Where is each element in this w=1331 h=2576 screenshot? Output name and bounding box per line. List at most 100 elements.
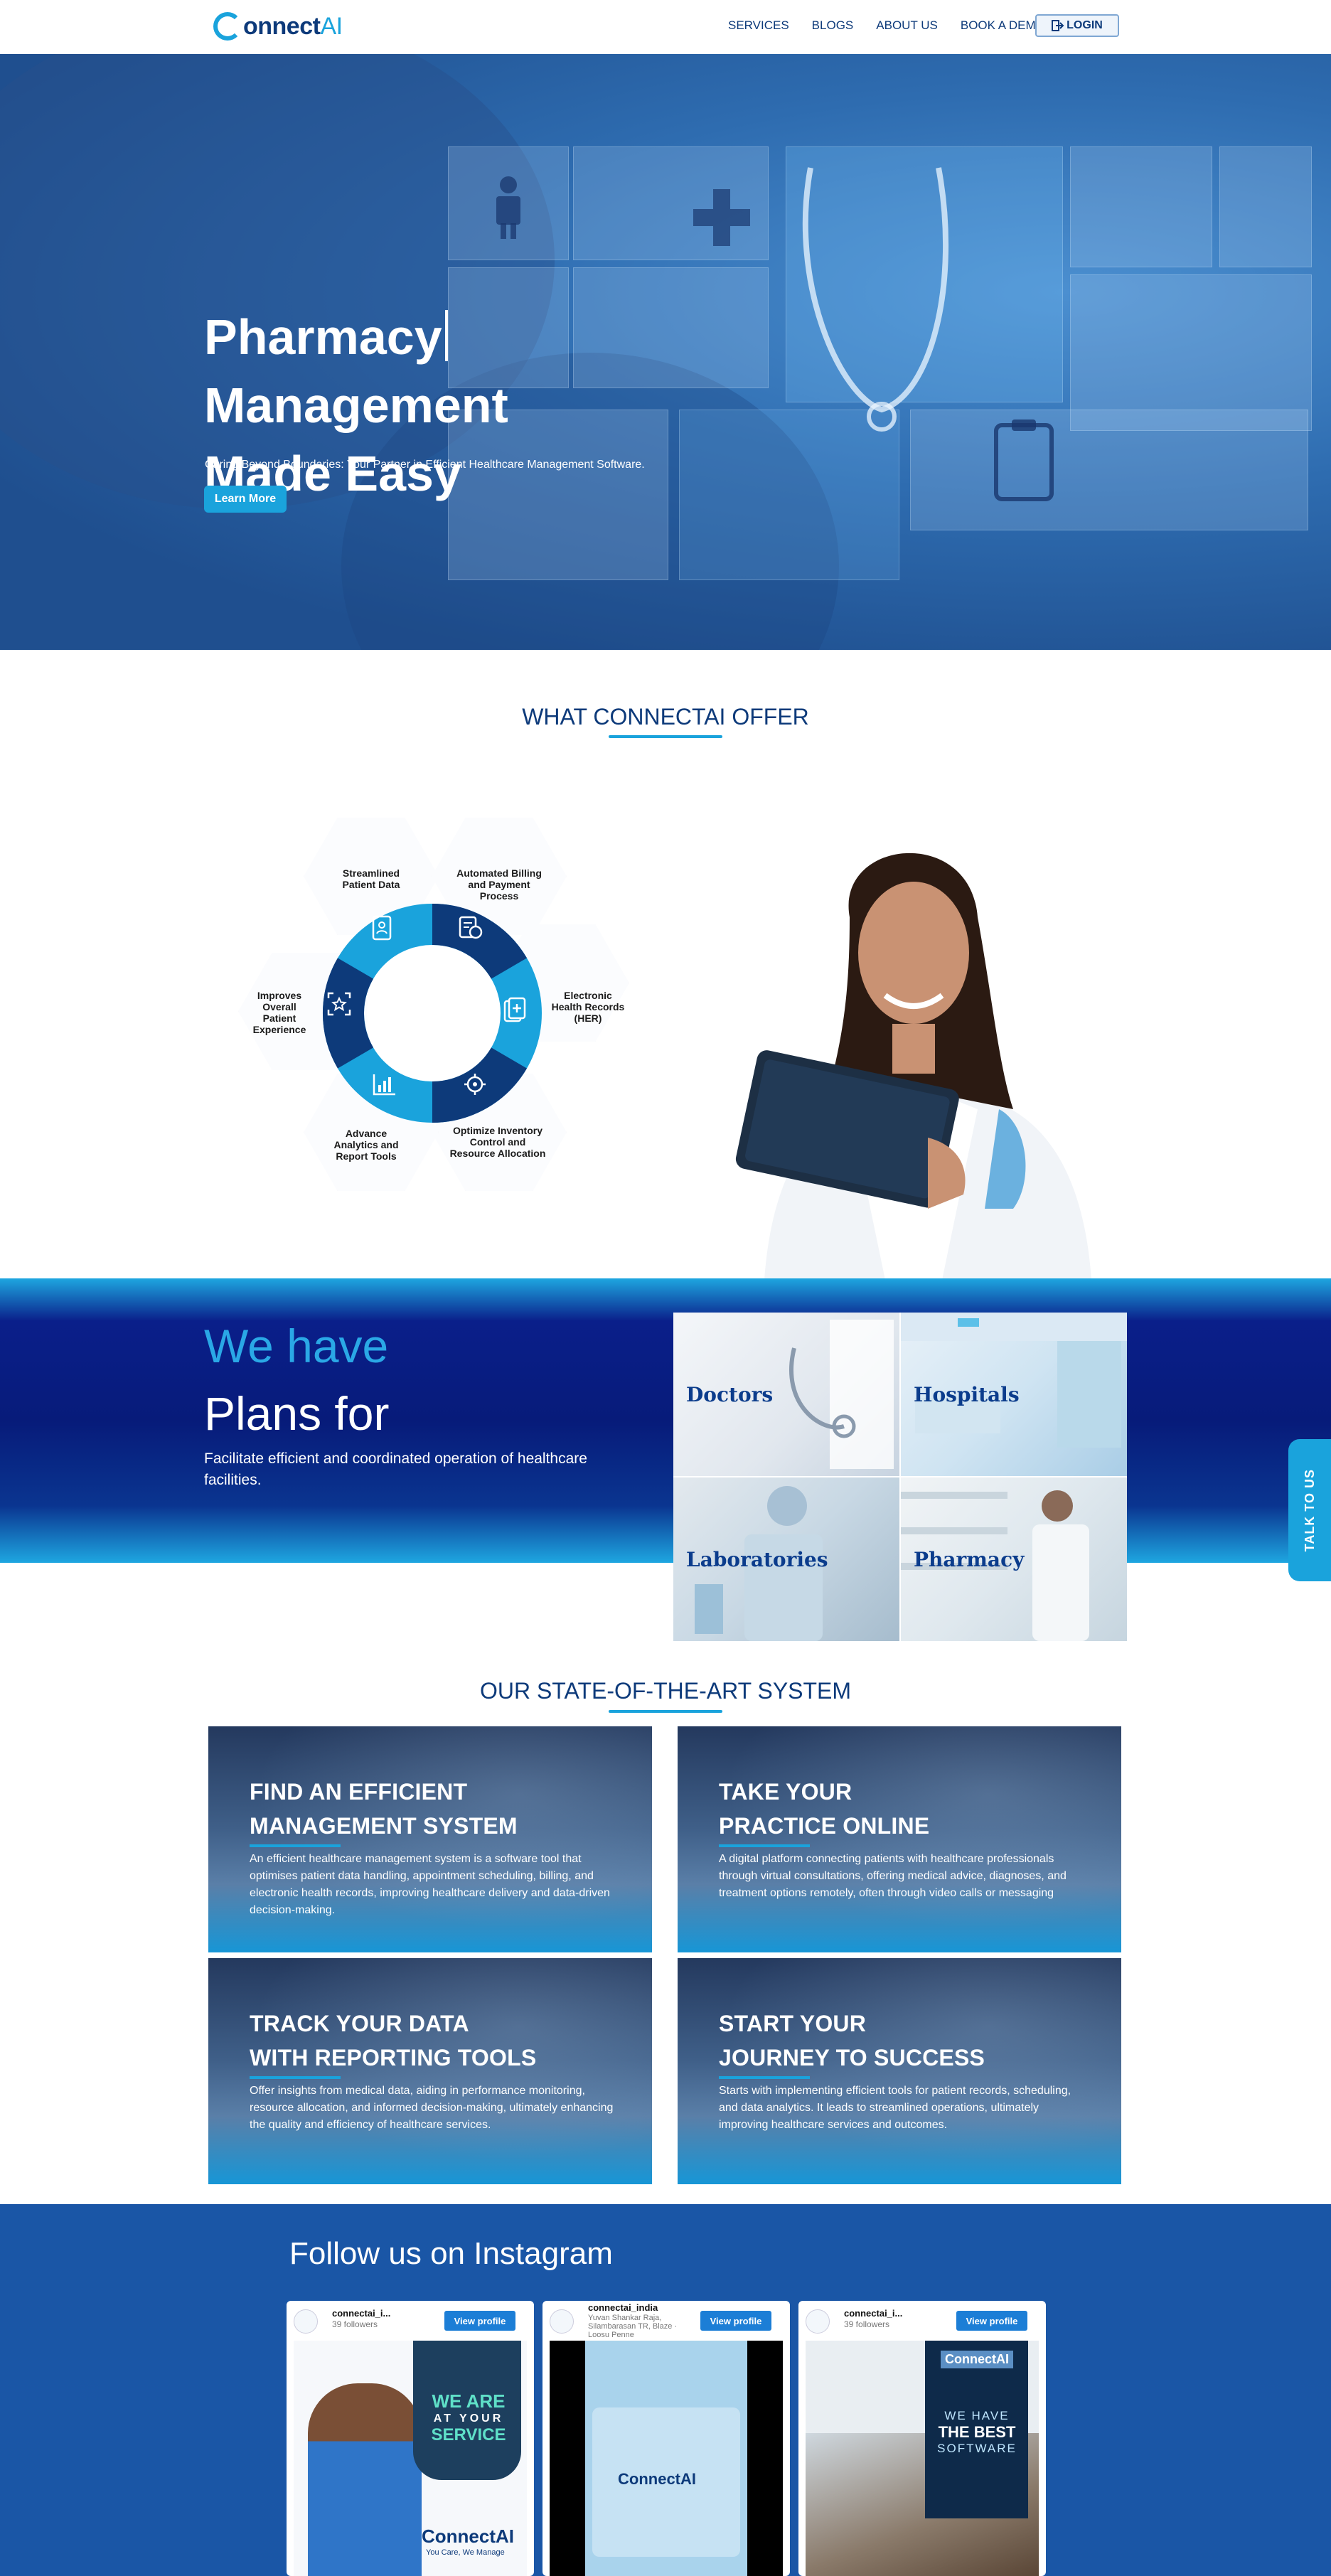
instagram-embed-card[interactable]: connectai_i... 39 followers View profile… (798, 2301, 1046, 2576)
medical-cross-icon (693, 189, 750, 246)
system-card-text: Offer insights from medical data, aiding… (250, 2085, 614, 2131)
system-card-text: An efficient healthcare management syste… (250, 1853, 610, 1916)
hero-subtitle: Caring Beyond Boundaries: Your Partner i… (205, 459, 645, 471)
instagram-card-header: connectai_i... 39 followers View profile (287, 2301, 534, 2341)
post-headline: WE HAVE THE BEST SOFTWARE (937, 2409, 1017, 2455)
offer-hexagon-diagram: Streamlined Patient Data Automated Billi… (238, 811, 629, 1209)
hero-bg-tile (910, 410, 1308, 530)
offer-label-patient-experience: Improves Overall Patient Experience (252, 990, 306, 1035)
clipboard-icon (994, 419, 1054, 501)
profile-avatar[interactable] (294, 2309, 318, 2334)
nav-link-about-us[interactable]: ABOUT US (876, 18, 938, 33)
profile-name[interactable]: connectai_india (588, 2302, 658, 2313)
system-card-journey[interactable]: START YOUR JOURNEY TO SUCCESS Starts with… (678, 1958, 1121, 2184)
plan-card-pharmacy[interactable]: Pharmacy (901, 1477, 1127, 1641)
offer-label-inventory: Optimize Inventory Control and Resource … (449, 1125, 546, 1159)
hero-bg-tile (1070, 146, 1212, 267)
system-card-reporting[interactable]: TRACK YOUR DATA WITH REPORTING TOOLS Offe… (208, 1958, 652, 2184)
hero-bg-tile (1219, 146, 1312, 267)
view-profile-button[interactable]: View profile (444, 2311, 515, 2331)
inventory-gear-icon (464, 1074, 486, 1095)
view-profile-button[interactable]: View profile (956, 2311, 1027, 2331)
post-logo: ConnectAI (941, 2351, 1013, 2368)
nav-link-book-a-demo[interactable]: BOOK A DEMO (961, 18, 1045, 33)
nav-link-services[interactable]: SERVICES (728, 18, 789, 33)
system-card-management[interactable]: FIND AN EFFICIENT MANAGEMENT SYSTEM An ef… (208, 1726, 652, 1952)
post-doctor-figure (308, 2383, 422, 2576)
typing-cursor (444, 310, 448, 361)
stethoscope-photo (789, 1320, 894, 1469)
logo-wordmark: onnectAI (243, 12, 343, 40)
plans-description: Facilitate efficient and coordinated ope… (204, 1450, 587, 1488)
instagram-post-image[interactable]: ConnectAI WE HAVE THE BEST SOFTWARE (806, 2341, 1039, 2576)
offer-section-title: WHAT CONNECTAI OFFER (522, 704, 809, 729)
profile-avatar[interactable] (550, 2309, 574, 2334)
post-headline: WE ARE AT YOUR SERVICE (431, 2390, 506, 2444)
talk-to-us-label: TALK TO US (1302, 1468, 1317, 1552)
plan-card-laboratories[interactable]: Laboratories (673, 1477, 899, 1641)
video-logo: ConnectAI (618, 2470, 696, 2488)
plans-section (0, 1278, 1331, 1563)
system-card-title: TRACK YOUR DATA WITH REPORTING TOOLS (250, 2011, 537, 2070)
post-tagline: You Care, We Manage (426, 2548, 505, 2557)
billing-icon (459, 916, 483, 939)
profile-followers: 39 followers (844, 2319, 890, 2329)
plans-heading-we-have: We have (204, 1320, 389, 1372)
offer-label-billing: Automated Billing and Payment Process (456, 867, 542, 902)
plans-grid: Doctors Hospitals Laboratories Pharmacy (673, 1313, 1127, 1641)
offer-title-underline (609, 735, 722, 738)
view-profile-button[interactable]: View profile (700, 2311, 771, 2331)
post-logo: ConnectAI (422, 2526, 514, 2547)
instagram-embed-card[interactable]: connectai_i... 39 followers View profile… (287, 2301, 534, 2576)
profile-name[interactable]: connectai_i... (844, 2308, 902, 2319)
instagram-embed-card[interactable]: connectai_india Yuvan Shankar Raja, Sila… (542, 2301, 790, 2576)
profile-audio-credit: Yuvan Shankar Raja, Silambarasan TR, Bla… (588, 2314, 678, 2339)
talk-to-us-tab[interactable]: TALK TO US (1288, 1439, 1331, 1581)
nav-link-blogs[interactable]: BLOGS (812, 18, 854, 33)
system-card-accent (719, 1844, 810, 1847)
profile-name[interactable]: connectai_i... (332, 2308, 390, 2319)
hero-title: Pharmacy Management Made Easy (204, 303, 602, 508)
instagram-card-header: connectai_i... 39 followers View profile (798, 2301, 1046, 2341)
stethoscope-graphic (802, 167, 949, 432)
offer-label-analytics: Advance Analytics and Report Tools (333, 1128, 399, 1162)
profile-followers: 39 followers (332, 2319, 378, 2329)
patient-figure-icon (496, 176, 520, 239)
connectai-logo[interactable]: onnectAI (213, 10, 343, 43)
hero-title-line-1: Pharmacy (204, 303, 602, 371)
plan-label-pharmacy: Pharmacy (914, 1547, 1025, 1571)
system-title-underline (609, 1710, 722, 1713)
system-card-practice-online[interactable]: TAKE YOUR PRACTICE ONLINE A digital platf… (678, 1726, 1121, 1952)
system-card-accent (719, 2076, 810, 2079)
top-navbar: onnectAI SERVICES BLOGS ABOUT US BOOK A … (0, 0, 1331, 54)
nav-links: SERVICES BLOGS ABOUT US BOOK A DEMO (728, 18, 1068, 33)
logo-c-mark (213, 12, 242, 41)
system-section-title: OUR STATE-OF-THE-ART SYSTEM (479, 1678, 852, 1704)
system-card-text: Starts with implementing efficient tools… (719, 2085, 1071, 2131)
plan-card-hospitals[interactable]: Hospitals (901, 1313, 1127, 1476)
instagram-title: Follow us on Instagram (289, 2236, 613, 2271)
hero-bg-tile (1070, 274, 1312, 431)
plan-label-laboratories: Laboratories (686, 1547, 828, 1571)
instagram-post-video[interactable]: ConnectAI (550, 2341, 783, 2576)
login-label: LOGIN (1067, 19, 1103, 31)
hero-banner: Pharmacy Management Made Easy (0, 54, 1331, 650)
instagram-card-header: connectai_india Yuvan Shankar Raja, Sila… (542, 2301, 790, 2341)
system-card-accent (250, 1844, 341, 1847)
system-card-title: TAKE YOUR PRACTICE ONLINE (719, 1779, 930, 1839)
offer-label-patient-data: Streamlined Patient Data (342, 867, 400, 890)
plan-label-doctors: Doctors (686, 1382, 774, 1406)
login-icon (1052, 20, 1064, 31)
learn-more-button[interactable]: Learn More (204, 486, 287, 513)
offer-label-ehr: Electronic Health Records (HER) (551, 990, 625, 1024)
plans-heading-plans-for: Plans for (204, 1387, 390, 1440)
profile-avatar[interactable] (806, 2309, 830, 2334)
system-card-accent (250, 2076, 341, 2079)
system-card-title: START YOUR JOURNEY TO SUCCESS (719, 2011, 985, 2070)
login-button[interactable]: LOGIN (1035, 14, 1119, 37)
system-card-text: A digital platform connecting patients w… (719, 1853, 1067, 1899)
hero-bg-tile (573, 267, 769, 388)
instagram-post-image[interactable]: WE ARE AT YOUR SERVICE ConnectAI You Car… (294, 2341, 527, 2576)
plan-card-doctors[interactable]: Doctors (673, 1313, 899, 1476)
patient-file-icon (372, 915, 392, 941)
